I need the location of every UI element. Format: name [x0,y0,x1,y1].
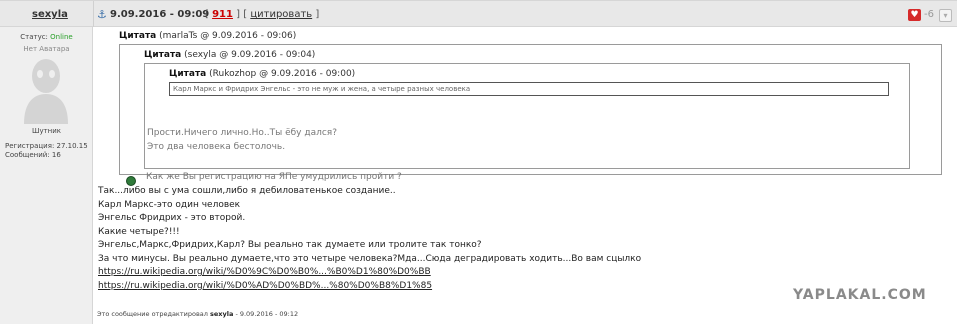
rating-value: -6 [924,9,934,20]
post-date: 9.09.2016 - 09:09 [110,9,210,20]
avatar-silhouette [24,59,68,124]
bracket-mid: ] [ [236,9,248,20]
edited-prefix: Это сообщение отредактировал [97,310,208,318]
status-label: Статус: [20,33,48,41]
rating-down-icon[interactable]: ▾ [939,9,952,22]
quote2-header: Цитата (sexyla @ 9.09.2016 - 09:04) [144,50,315,60]
edited-suffix: - 9.09.2016 - 09:12 [235,310,299,318]
post-body: Так...либо вы с ума сошли,либо я дебилов… [98,185,641,293]
body-line: Так...либо вы с ума сошли,либо я дебилов… [98,186,396,196]
post-header: sexyla ⚓ 9.09.2016 - 09:09 [ 911 ] [ цит… [0,0,957,27]
body-line: Какие четыре?!!! [98,226,180,237]
quote3-meta: (Rukozhop @ 9.09.2016 - 09:00) [209,69,356,79]
bracket-close: ] [315,9,320,20]
post-number-link[interactable]: 911 [212,9,233,20]
author-panel: Статус: Online Нет Аватара Шутник Регист… [0,27,93,324]
quote3-box: Карл Маркс и Фридрих Энгельс - это не му… [169,82,889,96]
body-line: За что минусы. Вы реально думаете,что эт… [98,253,642,264]
post-content: Цитата (marlaTs @ 9.09.2016 - 09:06) Цит… [93,27,957,324]
quote2-label: Цитата [144,50,182,60]
quote2-meta: (sexyla @ 9.09.2016 - 09:04) [184,50,316,60]
message-count: Сообщений: 16 [5,151,61,159]
body-line: Энгельс Фридрих - это второй. [98,213,246,223]
body-line: Энгельс,Маркс,Фридрих,Карл? Вы реально т… [98,240,482,250]
site-watermark: YAPLAKAL.COM [793,287,927,303]
author-cell: sexyla [0,1,94,27]
quote-link[interactable]: цитировать [250,9,312,20]
quote3-header: Цитата (Rukozhop @ 9.09.2016 - 09:00) [169,69,355,79]
status-line: Статус: Online [0,33,93,41]
registration-date: Регистрация: 27.10.15 [5,142,88,150]
rating-up-icon[interactable]: ♥ [908,9,921,21]
anchor-icon[interactable]: ⚓ [97,8,107,21]
bracket-open: [ [205,9,209,20]
quote2-line1: Прости.Ничего лично.Но..Ты ёбу дался? [147,128,337,138]
wiki-link-engels[interactable]: https://ru.wikipedia.org/wiki/%D0%AD%D0%… [98,281,432,291]
quote2-line2: Это два человека бестолочь. [147,142,286,152]
user-rank: Шутник [31,127,62,135]
author-name-link[interactable]: sexyla [32,9,68,20]
registration-info: Регистрация: 27.10.15 Сообщений: 16 [5,142,88,160]
post-number-wrap: [ 911 ] [ цитировать ] [205,9,319,20]
quote1-box: Цитата (sexyla @ 9.09.2016 - 09:04) Цита… [119,44,942,186]
edited-note: Это сообщение отредактировал sexyla - 9.… [97,310,298,318]
quote1-text: Как же Вы регистрацию на ЯПе умудрились … [146,172,402,182]
edited-user: sexyla [210,310,234,318]
quote1-meta: (marlaTs @ 9.09.2016 - 09:06) [159,31,297,41]
quote1-label: Цитата [119,31,157,41]
quote2-box: Цитата (Rukozhop @ 9.09.2016 - 09:00) Ка… [144,63,910,169]
quote1-header: Цитата (marlaTs @ 9.09.2016 - 09:06) [119,31,296,41]
quote3-label: Цитата [169,69,207,79]
wiki-link-marx[interactable]: https://ru.wikipedia.org/wiki/%D0%9C%D0%… [98,267,431,277]
body-line: Карл Маркс-это один человек [98,199,241,210]
status-value: Online [50,33,73,41]
